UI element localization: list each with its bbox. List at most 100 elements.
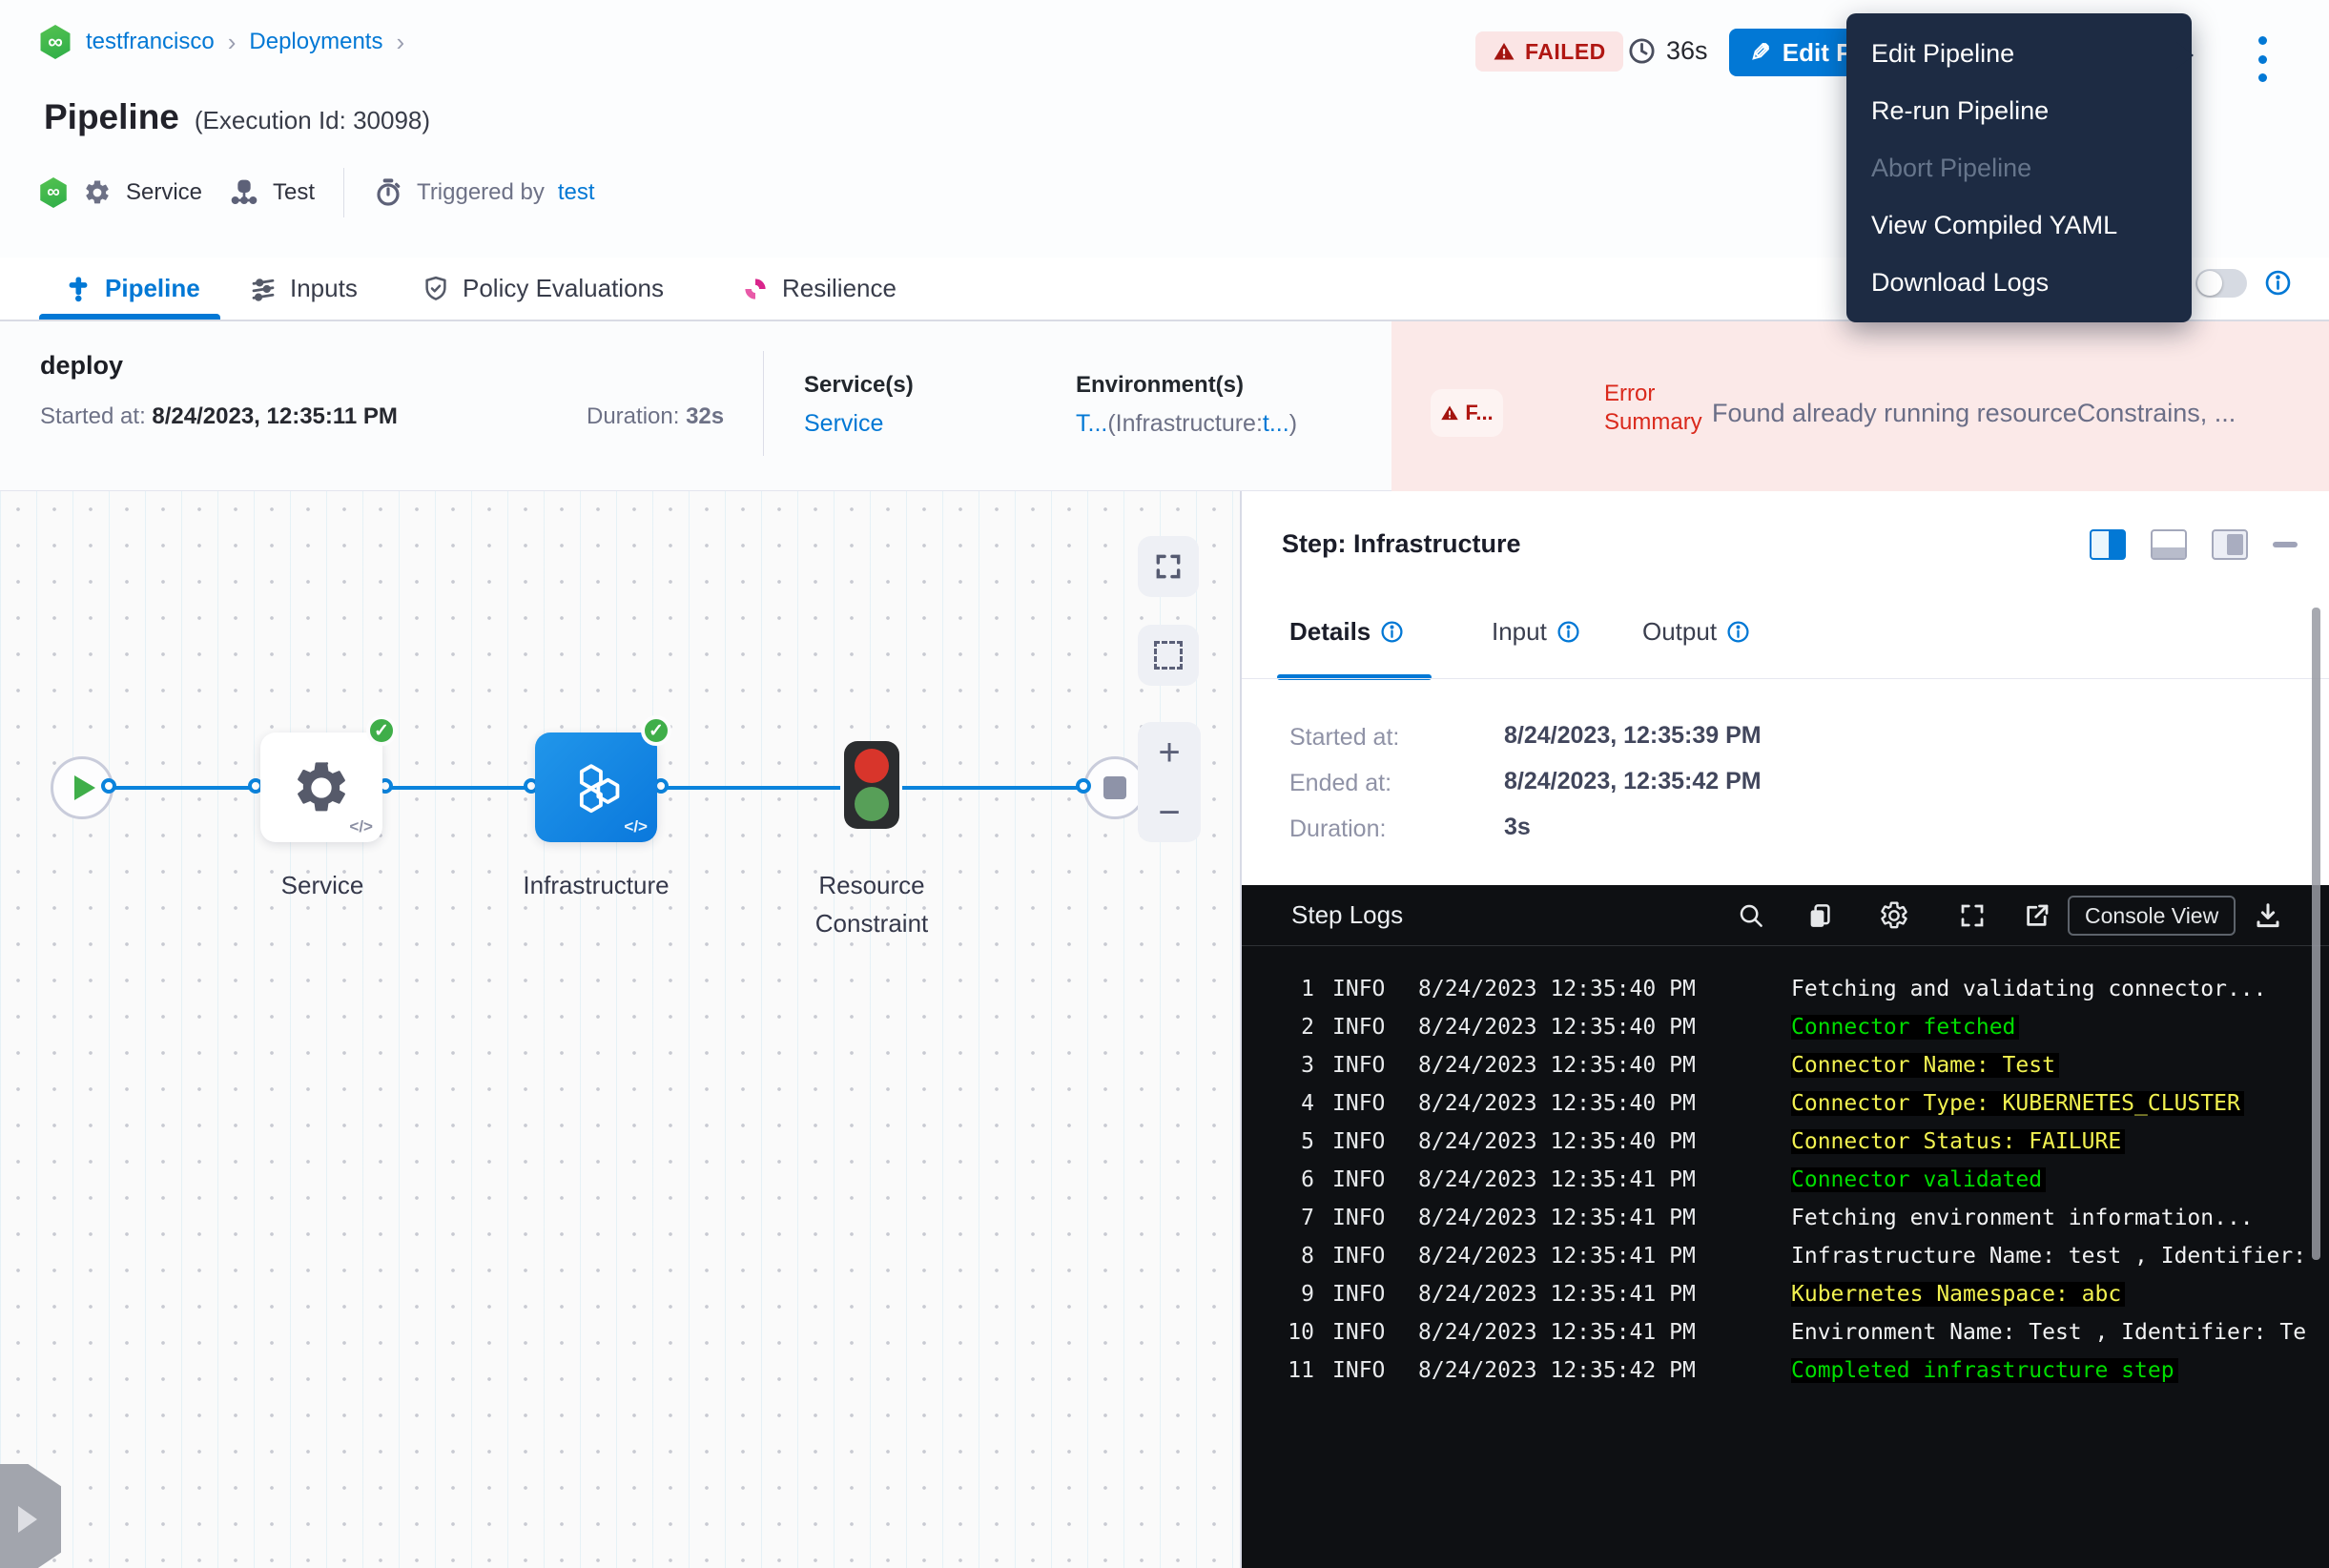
menu-item-edit-pipeline[interactable]: Edit Pipeline <box>1846 25 2192 82</box>
canvas-fullscreen-button[interactable] <box>1138 536 1199 597</box>
tab-details[interactable]: Details <box>1289 617 1404 647</box>
check-glyph: ✓ <box>649 720 664 742</box>
node-label-resource-constraint: ResourceConstraint <box>786 866 958 942</box>
play-icon <box>74 775 95 800</box>
step-logs-toolbar: Step Logs Console View <box>1242 885 2329 946</box>
code-icon: </> <box>624 817 648 836</box>
vertical-divider <box>763 351 764 456</box>
stage-name: deploy <box>40 351 123 381</box>
panel-scrollbar[interactable] <box>2312 608 2320 1260</box>
canvas-select-button[interactable] <box>1138 625 1199 686</box>
zoom-out-button[interactable]: − <box>1158 794 1180 832</box>
graph-edge <box>384 786 532 790</box>
bottom-view-button[interactable] <box>2151 529 2187 560</box>
service-name: Service <box>126 179 202 206</box>
warning-triangle-icon <box>1440 403 1459 423</box>
menu-item-rerun-pipeline[interactable]: Re-run Pipeline <box>1846 82 2192 139</box>
pipeline-graph-canvas[interactable]: </> ✓ </> ✓ Service Infrastructure Resou… <box>0 491 1242 1568</box>
search-logs-button[interactable] <box>1734 898 1768 933</box>
download-logs-button[interactable] <box>2251 898 2285 933</box>
breadcrumb-deployments-link[interactable]: Deployments <box>249 29 382 55</box>
chevron-right-icon <box>18 1506 37 1533</box>
menu-item-download-logs[interactable]: Download Logs <box>1846 254 2192 311</box>
error-status-text: F... <box>1465 401 1493 425</box>
download-icon <box>2254 901 2282 930</box>
stage-duration: Duration: 32s <box>587 403 724 430</box>
tab-label: Resilience <box>782 274 897 303</box>
duration-value: 32s <box>686 403 724 429</box>
split-right-view-button[interactable] <box>2090 529 2126 560</box>
environment-link[interactable]: T... <box>1076 410 1107 437</box>
log-settings-button[interactable] <box>1877 898 1911 933</box>
canvas-zoom-controls: + − <box>1138 722 1201 842</box>
console-view-button[interactable]: Console View <box>2068 896 2236 936</box>
breadcrumb: ∞ testfrancisco › Deployments › <box>38 25 404 59</box>
services-column-header: Service(s) <box>804 372 914 399</box>
tab-resilience[interactable]: Resilience <box>741 258 897 320</box>
log-line: 8INFO8/24/2023 12:35:41 PMInfrastructure… <box>1242 1244 2329 1282</box>
floating-view-button[interactable] <box>2212 529 2248 560</box>
stop-icon <box>1103 776 1126 799</box>
resource-constraint-step-node[interactable] <box>844 741 899 829</box>
label-line1: Resource <box>818 871 924 899</box>
duration-value: 3s <box>1504 814 1531 841</box>
tab-label: Details <box>1289 617 1371 647</box>
zoom-in-button[interactable]: + <box>1158 733 1180 772</box>
trigger-user-link[interactable]: test <box>558 179 595 206</box>
service-link[interactable]: Service <box>804 410 883 438</box>
green-light-icon <box>855 787 889 821</box>
tab-pipeline[interactable]: Pipeline <box>64 258 200 320</box>
tab-inputs[interactable]: Inputs <box>249 258 358 320</box>
menu-item-view-compiled-yaml[interactable]: View Compiled YAML <box>1846 196 2192 254</box>
inputs-icon <box>249 275 278 303</box>
gear-icon <box>1879 900 1909 931</box>
success-check-badge: ✓ <box>366 715 397 746</box>
info-icon[interactable] <box>2264 269 2292 297</box>
stage-started-at: Started at: 8/24/2023, 12:35:11 PM <box>40 403 398 430</box>
tab-policy-evaluations[interactable]: Policy Evaluations <box>422 258 664 320</box>
stopwatch-icon <box>373 177 403 208</box>
log-line: 2INFO8/24/2023 12:35:40 PMConnector fetc… <box>1242 1015 2329 1053</box>
infrastructure-step-node[interactable]: </> <box>535 732 657 842</box>
harness-logo-icon: ∞ <box>38 177 69 208</box>
title-row: Pipeline (Execution Id: 30098) <box>44 97 430 137</box>
view-toggle-switch[interactable] <box>2195 269 2247 298</box>
service-step-node[interactable]: </> <box>260 732 382 842</box>
log-line: 4INFO8/24/2023 12:35:40 PMConnector Type… <box>1242 1091 2329 1129</box>
log-line: 3INFO8/24/2023 12:35:40 PMConnector Name… <box>1242 1053 2329 1091</box>
clock-icon <box>1627 36 1657 66</box>
status-text: FAILED <box>1525 39 1606 65</box>
duration-label: Duration: <box>1289 815 1386 843</box>
more-options-kebab-button[interactable] <box>2243 32 2281 86</box>
minimize-panel-button[interactable] <box>2273 542 2298 547</box>
infrastructure-link[interactable]: t... <box>1263 410 1289 437</box>
fullscreen-icon <box>1958 901 1987 930</box>
copy-logs-button[interactable] <box>1803 898 1837 933</box>
log-lines-list[interactable]: 1INFO8/24/2023 12:35:40 PMFetching and v… <box>1242 977 2329 1396</box>
page-title: Pipeline <box>44 97 179 137</box>
breadcrumb-project-link[interactable]: testfrancisco <box>86 29 215 55</box>
node-label-service: Service <box>246 866 399 904</box>
tab-input[interactable]: Input <box>1492 617 1580 647</box>
success-check-badge: ✓ <box>641 715 671 746</box>
log-line: 10INFO8/24/2023 12:35:41 PMEnvironment N… <box>1242 1320 2329 1358</box>
tab-output[interactable]: Output <box>1642 617 1750 647</box>
pipeline-options-menu: Edit Pipeline Re-run Pipeline Abort Pipe… <box>1846 13 2192 322</box>
environments-column-header: Environment(s) <box>1076 372 1244 399</box>
info-icon <box>1556 620 1580 644</box>
harness-logo-icon: ∞ <box>38 25 72 59</box>
expand-logs-button[interactable] <box>1955 898 1989 933</box>
started-at-value: 8/24/2023, 12:35:11 PM <box>152 403 398 429</box>
elapsed-value: 36s <box>1666 36 1708 66</box>
resilience-icon <box>741 275 770 303</box>
tab-label: Inputs <box>290 274 358 303</box>
log-line: 9INFO8/24/2023 12:35:41 PMKubernetes Nam… <box>1242 1282 2329 1320</box>
expand-left-panel-handle[interactable] <box>0 1464 61 1568</box>
open-in-new-button[interactable] <box>2020 898 2054 933</box>
node-label-infrastructure: Infrastructure <box>510 866 682 904</box>
infinity-glyph: ∞ <box>48 30 63 54</box>
pipeline-icon <box>64 275 93 303</box>
chevron-right-icon: › <box>228 28 237 57</box>
active-tab-underline <box>39 314 220 320</box>
graph-edge <box>114 786 258 790</box>
